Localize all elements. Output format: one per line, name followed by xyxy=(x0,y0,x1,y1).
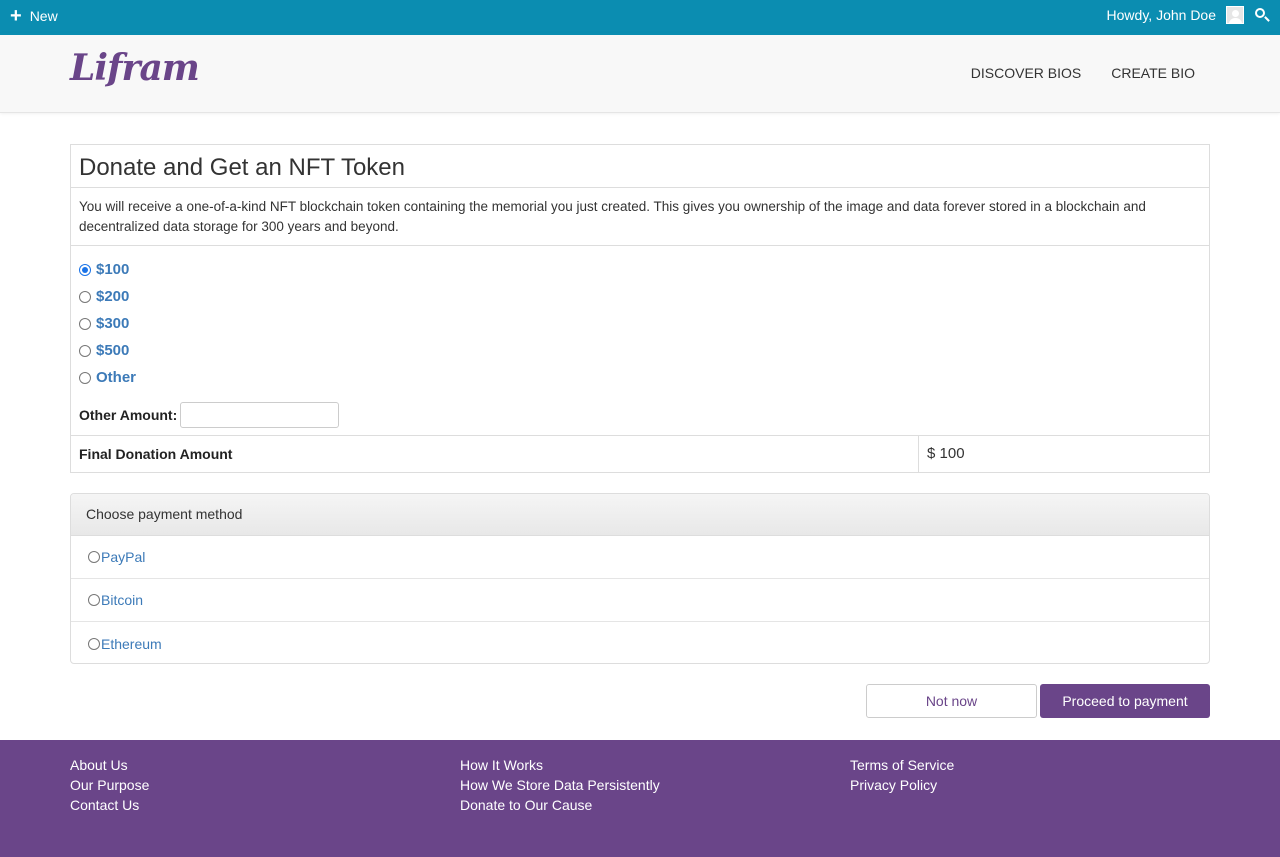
footer-column: Terms of Service Privacy Policy xyxy=(850,757,954,793)
radio-icon[interactable] xyxy=(79,317,91,330)
radio-selected-icon[interactable] xyxy=(79,263,91,276)
payment-option-paypal[interactable]: PayPal xyxy=(71,536,1209,579)
other-amount-input[interactable] xyxy=(180,402,340,428)
amount-label[interactable]: $100 xyxy=(96,261,129,278)
amount-label[interactable]: $300 xyxy=(96,315,129,332)
payment-method-panel: Choose payment method PayPal Bitcoin Eth… xyxy=(70,493,1210,664)
page-title: Donate and Get an NFT Token xyxy=(71,145,1209,188)
payment-method-header: Choose payment method xyxy=(71,494,1209,536)
amount-option-200[interactable]: $200 xyxy=(79,283,1201,310)
not-now-button[interactable]: Not now xyxy=(866,684,1037,718)
search-icon[interactable] xyxy=(1254,7,1270,23)
site-footer: About Us Our Purpose Contact Us How It W… xyxy=(0,740,1280,857)
amount-label[interactable]: $500 xyxy=(96,342,129,359)
other-amount-row: Other Amount: xyxy=(79,402,1201,428)
footer-column: About Us Our Purpose Contact Us xyxy=(70,757,149,813)
main-nav: DISCOVER BIOS CREATE BIO xyxy=(971,65,1195,81)
radio-icon[interactable] xyxy=(88,551,100,563)
footer-column: How It Works How We Store Data Persisten… xyxy=(460,757,660,813)
final-amount-row: Final Donation Amount $ 100 xyxy=(71,435,1209,472)
new-label: New xyxy=(29,8,58,24)
other-amount-label: Other Amount: xyxy=(79,407,178,423)
amount-option-100[interactable]: $100 xyxy=(79,256,1201,283)
radio-icon[interactable] xyxy=(79,371,91,384)
radio-icon[interactable] xyxy=(79,290,91,303)
donate-description: You will receive a one-of-a-kind NFT blo… xyxy=(71,188,1209,246)
footer-link-privacy[interactable]: Privacy Policy xyxy=(850,777,954,793)
proceed-to-payment-button[interactable]: Proceed to payment xyxy=(1040,684,1210,718)
final-amount-value: $ 100 xyxy=(927,445,965,462)
nav-create-bio[interactable]: CREATE BIO xyxy=(1111,65,1195,81)
payment-label[interactable]: Bitcoin xyxy=(101,592,143,608)
payment-option-bitcoin[interactable]: Bitcoin xyxy=(71,579,1209,622)
avatar[interactable] xyxy=(1226,6,1244,24)
user-greeting[interactable]: Howdy, John Doe xyxy=(1107,7,1216,23)
site-header: Lifram DISCOVER BIOS CREATE BIO xyxy=(0,33,1280,113)
admin-bar: + New Howdy, John Doe xyxy=(0,0,1280,33)
amount-option-500[interactable]: $500 xyxy=(79,337,1201,364)
donate-panel: Donate and Get an NFT Token You will rec… xyxy=(70,144,1210,473)
radio-icon[interactable] xyxy=(88,594,100,606)
footer-link-terms[interactable]: Terms of Service xyxy=(850,757,954,773)
footer-link-data-storage[interactable]: How We Store Data Persistently xyxy=(460,777,660,793)
footer-link-how-it-works[interactable]: How It Works xyxy=(460,757,660,773)
footer-link-about-us[interactable]: About Us xyxy=(70,757,149,773)
footer-link-contact-us[interactable]: Contact Us xyxy=(70,797,149,813)
site-logo[interactable]: Lifram xyxy=(70,47,200,89)
plus-icon: + xyxy=(10,5,22,27)
footer-link-donate[interactable]: Donate to Our Cause xyxy=(460,797,660,813)
amount-options: $100 $200 $300 $500 Other Other Amount: xyxy=(71,246,1209,428)
amount-option-other[interactable]: Other xyxy=(79,364,1201,391)
payment-option-ethereum[interactable]: Ethereum xyxy=(71,622,1209,663)
payment-label[interactable]: PayPal xyxy=(101,549,145,565)
radio-icon[interactable] xyxy=(88,637,100,650)
amount-label[interactable]: Other xyxy=(96,369,136,386)
nav-discover-bios[interactable]: DISCOVER BIOS xyxy=(971,65,1081,81)
amount-option-300[interactable]: $300 xyxy=(79,310,1201,337)
new-button[interactable]: + New xyxy=(10,5,58,27)
amount-label[interactable]: $200 xyxy=(96,288,129,305)
radio-icon[interactable] xyxy=(79,344,91,357)
admin-bar-right: Howdy, John Doe xyxy=(1107,6,1270,24)
footer-link-our-purpose[interactable]: Our Purpose xyxy=(70,777,149,793)
payment-label[interactable]: Ethereum xyxy=(101,636,162,652)
final-amount-label: Final Donation Amount xyxy=(71,436,919,472)
